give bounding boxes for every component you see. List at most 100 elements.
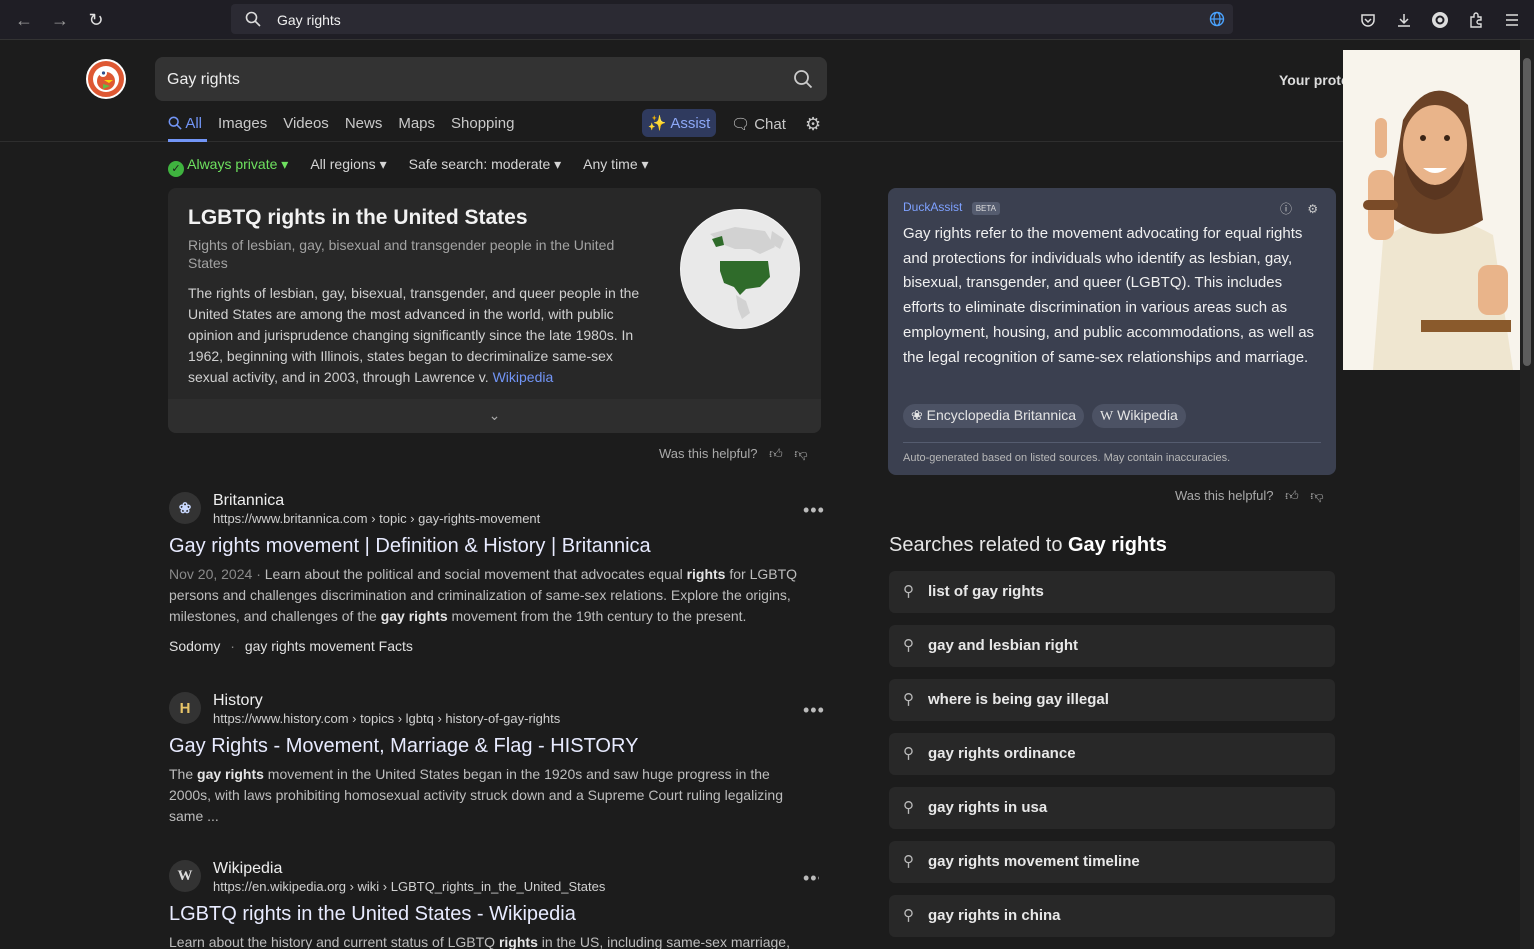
search-icon — [245, 11, 261, 27]
chat-label: Chat — [754, 116, 786, 133]
search-result: W Wikipedia https://en.wikipedia.org › w… — [169, 860, 819, 949]
duckassist-disclaimer: Auto-generated based on listed sources. … — [903, 452, 1231, 464]
snippet-text: in the US, including same-sex marriage, — [537, 934, 790, 949]
result-title[interactable]: Gay rights movement | Definition & Histo… — [169, 535, 651, 558]
related-search-item[interactable]: ⚲ list of gay rights — [889, 571, 1335, 613]
snippet-highlight: gay rights — [197, 766, 264, 782]
beta-badge: BETA — [971, 202, 1000, 215]
result-url[interactable]: https://www.history.com › topics › lgbtq… — [213, 711, 560, 726]
result-site-name[interactable]: Wikipedia — [213, 860, 282, 878]
source-chip-wikipedia[interactable]: W Wikipedia — [1092, 404, 1186, 428]
wikipedia-favicon: W — [169, 860, 201, 892]
settings-gear-icon[interactable]: ⚙ — [805, 114, 821, 135]
result-site-name[interactable]: History — [213, 692, 263, 710]
search-icon[interactable] — [793, 69, 813, 89]
extensions-icon[interactable] — [1465, 9, 1487, 31]
thumbs-down-icon[interactable]: 👎︎ — [794, 446, 807, 461]
related-search-item[interactable]: ⚲ gay rights movement timeline — [889, 841, 1335, 883]
tab-all[interactable]: All — [168, 115, 202, 137]
search-input[interactable]: Gay rights — [155, 57, 827, 101]
result-sitelinks: Sodomy · gay rights movement Facts — [169, 638, 413, 654]
related-search-text: gay and lesbian right — [928, 637, 1079, 654]
account-icon[interactable] — [1429, 9, 1451, 31]
protection-text[interactable]: Your prote — [1279, 72, 1349, 88]
search-results-page: Gay rights All Images Videos News Maps S… — [0, 40, 1520, 949]
privacy-filter[interactable]: ✓ Always private ▾ — [168, 156, 288, 177]
back-icon[interactable]: ← — [12, 8, 36, 32]
related-search-text: gay rights in usa — [928, 799, 1048, 816]
assist-button[interactable]: ✨ Assist — [642, 109, 716, 137]
sitelink[interactable]: Sodomy — [169, 638, 220, 654]
related-search-item[interactable]: ⚲ where is being gay illegal — [889, 679, 1335, 721]
kp-title[interactable]: LGBTQ rights in the United States — [188, 206, 528, 230]
related-search-text: list of gay rights — [928, 583, 1044, 600]
kp-description: The rights of lesbian, gay, bisexual, tr… — [188, 283, 654, 388]
related-search-item[interactable]: ⚲ gay rights in china — [889, 895, 1335, 937]
search-query: Gay rights — [167, 71, 240, 88]
snippet-highlight: gay rights — [380, 608, 448, 624]
source-label: Wikipedia — [1117, 407, 1178, 423]
search-icon: ⚲ — [903, 853, 914, 870]
check-circle-icon: ✓ — [168, 161, 184, 177]
address-text: Gay rights — [277, 12, 341, 28]
tab-videos[interactable]: Videos — [283, 115, 329, 137]
settings-gear-icon[interactable]: ⚙ — [1307, 202, 1318, 216]
search-filters: ✓ Always private ▾ All regions ▾ Safe se… — [168, 156, 649, 177]
related-search-item[interactable]: ⚲ gay rights in usa — [889, 787, 1335, 829]
result-site-name[interactable]: Britannica — [213, 492, 284, 510]
search-icon: ⚲ — [903, 583, 914, 600]
kp-expand-button[interactable]: ⌄ — [168, 399, 821, 433]
info-icon[interactable]: ⓘ — [1280, 202, 1292, 216]
snippet-highlight: rights — [686, 566, 726, 582]
duckassist-sources: ❀ Encyclopedia Britannica W Wikipedia — [903, 404, 1186, 428]
kp-description-text: The rights of lesbian, gay, bisexual, tr… — [188, 285, 640, 385]
reload-icon[interactable]: ↻ — [84, 8, 108, 32]
kp-feedback: Was this helpful? 👍︎ 👎︎ — [659, 446, 808, 462]
duckassist-feedback: Was this helpful? 👍︎ 👎︎ — [1175, 488, 1324, 504]
sitelink[interactable]: gay rights movement Facts — [245, 638, 413, 654]
result-snippet: Nov 20, 2024 · Learn about the political… — [169, 566, 798, 624]
us-map-globe — [680, 209, 800, 329]
more-options-icon[interactable]: ••• — [803, 868, 819, 889]
more-options-icon[interactable]: ••• — [803, 500, 825, 521]
result-snippet: Learn about the history and current stat… — [169, 932, 809, 949]
tab-news[interactable]: News — [345, 115, 383, 137]
related-search-item[interactable]: ⚲ gay and lesbian right — [889, 625, 1335, 667]
safe-search-filter[interactable]: Safe search: moderate ▾ — [409, 156, 562, 177]
thumbs-up-icon[interactable]: 👍︎ — [1285, 488, 1299, 503]
menu-icon[interactable] — [1501, 9, 1523, 31]
tab-maps[interactable]: Maps — [398, 115, 435, 137]
forward-icon[interactable]: → — [48, 8, 72, 32]
pocket-icon[interactable] — [1357, 9, 1379, 31]
duckduckgo-logo[interactable] — [86, 59, 126, 99]
time-label: Any time — [583, 156, 638, 172]
result-url[interactable]: https://en.wikipedia.org › wiki › LGBTQ_… — [213, 879, 605, 894]
assist-label: Assist — [670, 114, 711, 132]
translate-icon[interactable] — [1209, 11, 1225, 27]
chat-button[interactable]: 🗨 Chat — [731, 115, 786, 133]
address-bar[interactable]: Gay rights — [231, 4, 1233, 34]
source-chip-britannica[interactable]: ❀ Encyclopedia Britannica — [903, 404, 1085, 428]
time-filter[interactable]: Any time ▾ — [583, 156, 648, 177]
source-label: Encyclopedia Britannica — [926, 407, 1077, 423]
kp-source-link[interactable]: Wikipedia — [493, 369, 554, 385]
search-tabs: All Images Videos News Maps Shopping — [168, 115, 514, 137]
downloads-icon[interactable] — [1393, 9, 1415, 31]
thumbs-up-icon[interactable]: 👍︎ — [769, 446, 783, 461]
thumbs-down-icon[interactable]: 👎︎ — [1310, 488, 1323, 503]
tab-images[interactable]: Images — [218, 115, 267, 137]
related-search-text: where is being gay illegal — [928, 691, 1109, 708]
page-scrollbar[interactable] — [1520, 40, 1534, 949]
related-title-prefix: Searches related to — [889, 534, 1068, 556]
region-label: All regions — [310, 156, 376, 172]
more-options-icon[interactable]: ••• — [803, 700, 825, 721]
result-title[interactable]: LGBTQ rights in the United States - Wiki… — [169, 903, 576, 926]
result-url[interactable]: https://www.britannica.com › topic › gay… — [213, 511, 540, 526]
thumbs-up-character-image — [1343, 50, 1520, 370]
tab-shopping[interactable]: Shopping — [451, 115, 514, 137]
related-search-item[interactable]: ⚲ gay rights ordinance — [889, 733, 1335, 775]
result-title[interactable]: Gay Rights - Movement, Marriage & Flag -… — [169, 735, 638, 758]
region-filter[interactable]: All regions ▾ — [310, 156, 386, 177]
history-favicon: H — [169, 692, 201, 724]
scrollbar-thumb[interactable] — [1523, 58, 1531, 366]
